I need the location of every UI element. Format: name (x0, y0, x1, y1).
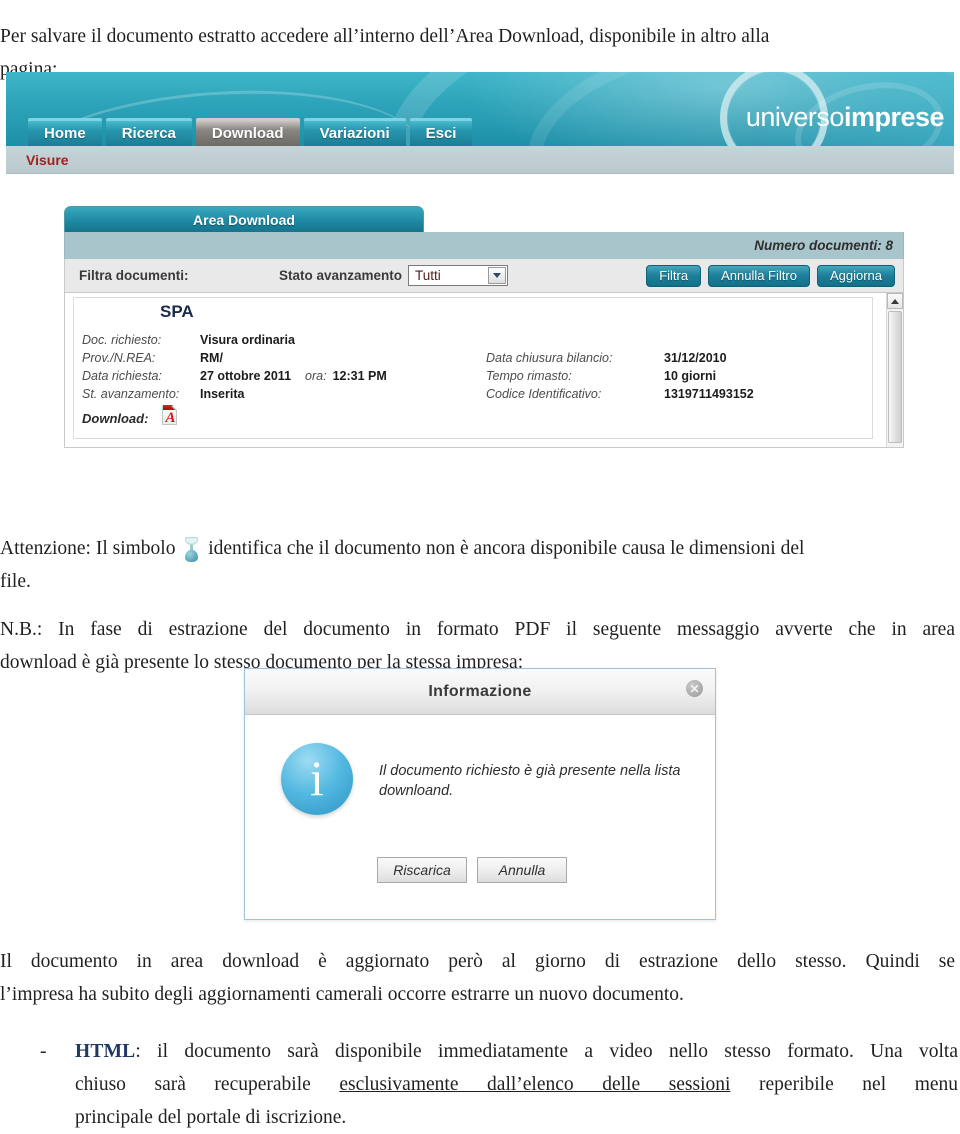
field-value: 10 giorni (664, 369, 717, 383)
field-data-chiusura-bilancio: Data chiusura bilancio: 31/12/2010 (486, 349, 754, 367)
field-prov-nrea: Prov./N.REA: RM/ (82, 349, 387, 367)
company-name: SPA (160, 302, 194, 321)
download-label: Download: (82, 410, 149, 426)
scroll-up-arrow-icon[interactable] (887, 293, 903, 309)
field-value: 1319711493152 (664, 387, 754, 401)
field-value: 27 ottobre 2011 (200, 369, 292, 383)
html-bullet-part-1: : il documento sarà disponibile immediat… (135, 1041, 958, 1062)
attention-text-before: Attenzione: Il simbolo (0, 537, 176, 559)
record-fields-left: Doc. richiesto: Visura ordinaria Prov./N… (82, 331, 387, 403)
html-bullet-line-3: principale del portale di iscrizione. (75, 1107, 347, 1128)
nav-tab-variazioni[interactable]: Variazioni (303, 118, 406, 146)
pdf-icon[interactable]: A (160, 404, 179, 426)
dialog-message: Il documento richiesto è già presente ne… (379, 763, 681, 799)
nav-tab-ricerca[interactable]: Ricerca (105, 118, 192, 146)
record-list-scrollbar[interactable] (886, 293, 903, 447)
html-bullet-paragraph: - HTML: il documento sarà disponibile im… (40, 1035, 958, 1134)
filter-documents-label: Filtra documenti: (79, 268, 189, 283)
riscarica-button[interactable]: Riscarica (377, 857, 467, 883)
nav-tab-download[interactable]: Download (195, 118, 300, 146)
chevron-down-icon[interactable] (488, 267, 507, 284)
dialog-body: i Il documento richiesto è già presente … (245, 715, 715, 920)
state-advancement-select[interactable]: Tutti (408, 265, 509, 286)
app-header: universoimprese Home Ricerca Download Va… (6, 72, 954, 146)
update-note-line-1: Il documento in area download è aggiorna… (0, 950, 955, 972)
logo-text-light: universo (745, 102, 845, 132)
nav-tab-home[interactable]: Home (28, 118, 102, 146)
panel-tab-area-download[interactable]: Area Download (64, 206, 424, 232)
scrollbar-thumb[interactable] (888, 311, 902, 443)
html-bullet-line-2: chiuso sarà recuperabile esclusivamente … (75, 1068, 958, 1101)
html-bullet-part-3: reperibile nel menu (759, 1074, 959, 1095)
field-value: RM/ (200, 351, 223, 365)
field-doc-richiesto: Doc. richiesto: Visura ordinaria (82, 331, 387, 349)
attention-line-2: file. (0, 570, 31, 592)
breadcrumb-visure[interactable]: Visure (26, 152, 69, 168)
area-download-panel: Area Download Numero documenti: 8 Filtra… (64, 206, 904, 448)
update-note-paragraph: Il documento in area download è aggiorna… (0, 945, 955, 1011)
filter-buttons: Filtra Annulla Filtro Aggiorna (646, 264, 895, 287)
html-keyword: HTML (75, 1041, 136, 1062)
note-line-1: N.B.: In fase di estrazione del document… (0, 618, 955, 640)
attention-paragraph: Attenzione: Il simbolo identifica che il… (0, 532, 958, 598)
filter-bar: Filtra documenti: Stato avanzamento Tutt… (64, 259, 904, 293)
breadcrumb-bar: Visure (6, 146, 954, 174)
annulla-filtro-button[interactable]: Annulla Filtro (708, 264, 810, 287)
field-value: 31/12/2010 (664, 351, 727, 365)
field-value-ora: 12:31 PM (332, 369, 387, 383)
dialog-buttons: Riscarica Annulla (377, 857, 567, 883)
field-label: Data richiesta: (82, 369, 162, 383)
panel-count-bar: Numero documenti: 8 (64, 232, 904, 259)
document-record-card: SPA Doc. richiesto: Visura ordinaria Pro… (64, 293, 904, 448)
field-codice-identificativo: Codice Identificativo: 1319711493152 (486, 385, 754, 403)
field-label-ora: ora: (305, 369, 327, 383)
state-advancement-value: Tutti (415, 268, 441, 283)
logo-wordmark: universoimprese (654, 102, 945, 133)
document-count-label: Numero documenti: 8 (754, 238, 893, 253)
html-bullet-line-1: HTML: il documento sarà disponibile imme… (75, 1035, 958, 1068)
field-label: Codice Identificativo: (486, 387, 602, 401)
dialog-title-bar: Informazione ✕ (245, 669, 715, 715)
field-label: Doc. richiesto: (82, 333, 162, 347)
field-value: Inserita (200, 387, 245, 401)
attention-text-after: identifica che il documento non è ancora… (208, 537, 805, 559)
bullet-marker: - (40, 1041, 47, 1062)
close-glyph: ✕ (689, 681, 700, 696)
field-label: Tempo rimasto: (486, 369, 572, 383)
field-value: Visura ordinaria (200, 333, 295, 347)
filtra-button[interactable]: Filtra (646, 264, 702, 287)
nav-tab-esci[interactable]: Esci (409, 118, 473, 146)
record-fields-right: Data chiusura bilancio: 31/12/2010 Tempo… (486, 349, 754, 403)
main-navigation: Home Ricerca Download Variazioni Esci (28, 116, 476, 146)
field-label: Prov./N.REA: (82, 351, 156, 365)
state-advancement-label: Stato avanzamento (279, 268, 403, 283)
info-icon: i (281, 743, 353, 815)
hourglass-icon (183, 536, 200, 563)
dialog-title: Informazione (428, 682, 532, 700)
field-tempo-rimasto: Tempo rimasto: 10 giorni (486, 367, 754, 385)
download-row: Download: A (82, 405, 179, 426)
intro-line-1: Per salvare il documento estratto accede… (0, 25, 770, 47)
annulla-button[interactable]: Annulla (477, 857, 567, 883)
aggiorna-button[interactable]: Aggiorna (816, 264, 895, 287)
app-content-area: Area Download Numero documenti: 8 Filtra… (6, 174, 954, 466)
document-page: Per salvare il documento estratto accede… (0, 0, 960, 1129)
field-label: Data chiusura bilancio: (486, 351, 613, 365)
app-screenshot: universoimprese Home Ricerca Download Va… (6, 72, 954, 466)
universoimprese-logo: universoimprese (644, 72, 952, 146)
field-label: St. avanzamento: (82, 387, 180, 401)
record-inner-frame: SPA Doc. richiesto: Visura ordinaria Pro… (73, 297, 873, 439)
update-note-line-2: l’impresa ha subito degli aggiornamenti … (0, 983, 684, 1005)
field-stato-avanzamento: St. avanzamento: Inserita (82, 385, 387, 403)
field-data-richiesta: Data richiesta: 27 ottobre 2011 ora: 12:… (82, 367, 387, 385)
html-bullet-part-2: chiuso sarà recuperabile (75, 1074, 311, 1095)
informazione-dialog: Informazione ✕ i Il documento richiesto … (244, 668, 716, 920)
logo-text-bold: imprese (843, 102, 945, 132)
close-icon[interactable]: ✕ (686, 680, 703, 697)
sessioni-link[interactable]: esclusivamente dall’elenco delle session… (339, 1074, 730, 1095)
html-bullet-body: HTML: il documento sarà disponibile imme… (75, 1035, 958, 1134)
